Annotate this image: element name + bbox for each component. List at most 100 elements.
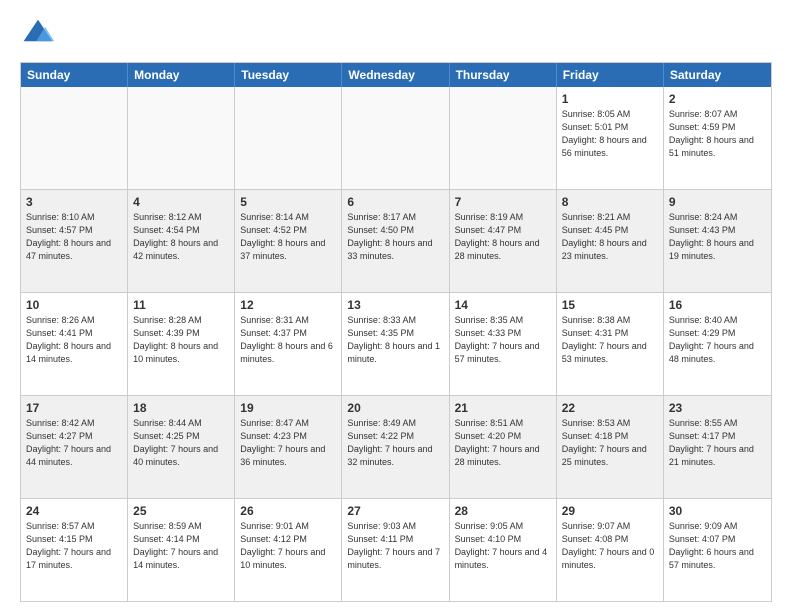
calendar-cell (235, 87, 342, 189)
calendar-header: SundayMondayTuesdayWednesdayThursdayFrid… (21, 63, 771, 87)
day-number: 5 (240, 194, 336, 210)
calendar-cell (21, 87, 128, 189)
day-info: Sunrise: 8:17 AM Sunset: 4:50 PM Dayligh… (347, 212, 432, 260)
day-info: Sunrise: 9:01 AM Sunset: 4:12 PM Dayligh… (240, 521, 325, 569)
day-info: Sunrise: 8:35 AM Sunset: 4:33 PM Dayligh… (455, 315, 540, 363)
calendar-cell: 5 Sunrise: 8:14 AM Sunset: 4:52 PM Daylig… (235, 190, 342, 292)
day-info: Sunrise: 8:14 AM Sunset: 4:52 PM Dayligh… (240, 212, 325, 260)
header (20, 16, 772, 52)
day-info: Sunrise: 8:19 AM Sunset: 4:47 PM Dayligh… (455, 212, 540, 260)
calendar-row: 17 Sunrise: 8:42 AM Sunset: 4:27 PM Dayli… (21, 395, 771, 498)
calendar-cell: 4Sunrise: 8:12 AM Sunset: 4:54 PM Daylig… (128, 190, 235, 292)
day-info: Sunrise: 9:05 AM Sunset: 4:10 PM Dayligh… (455, 521, 548, 569)
calendar-cell: 16 Sunrise: 8:40 AM Sunset: 4:29 PM Dayli… (664, 293, 771, 395)
day-number: 21 (455, 400, 551, 416)
calendar-cell: 25Sunrise: 8:59 AM Sunset: 4:14 PM Dayli… (128, 499, 235, 601)
header-cell-saturday: Saturday (664, 63, 771, 87)
calendar-cell: 29 Sunrise: 9:07 AM Sunset: 4:08 PM Dayli… (557, 499, 664, 601)
calendar-cell: 2 Sunrise: 8:07 AM Sunset: 4:59 PM Daylig… (664, 87, 771, 189)
day-info: Sunrise: 9:07 AM Sunset: 4:08 PM Dayligh… (562, 521, 655, 569)
day-number: 14 (455, 297, 551, 313)
calendar: SundayMondayTuesdayWednesdayThursdayFrid… (20, 62, 772, 602)
calendar-row: 3 Sunrise: 8:10 AM Sunset: 4:57 PM Daylig… (21, 189, 771, 292)
header-cell-thursday: Thursday (450, 63, 557, 87)
calendar-cell: 23 Sunrise: 8:55 AM Sunset: 4:17 PM Dayli… (664, 396, 771, 498)
day-info: Sunrise: 9:03 AM Sunset: 4:11 PM Dayligh… (347, 521, 440, 569)
calendar-cell: 26 Sunrise: 9:01 AM Sunset: 4:12 PM Dayli… (235, 499, 342, 601)
calendar-cell: 9 Sunrise: 8:24 AM Sunset: 4:43 PM Daylig… (664, 190, 771, 292)
day-number: 13 (347, 297, 443, 313)
calendar-cell: 1Sunrise: 8:05 AM Sunset: 5:01 PM Daylig… (557, 87, 664, 189)
day-info: Sunrise: 8:05 AM Sunset: 5:01 PM Dayligh… (562, 109, 647, 157)
calendar-cell: 28 Sunrise: 9:05 AM Sunset: 4:10 PM Dayli… (450, 499, 557, 601)
day-info: Sunrise: 8:21 AM Sunset: 4:45 PM Dayligh… (562, 212, 647, 260)
calendar-cell (450, 87, 557, 189)
header-cell-tuesday: Tuesday (235, 63, 342, 87)
calendar-cell (128, 87, 235, 189)
day-number: 16 (669, 297, 766, 313)
calendar-cell: 27 Sunrise: 9:03 AM Sunset: 4:11 PM Dayli… (342, 499, 449, 601)
calendar-cell (342, 87, 449, 189)
day-info: Sunrise: 8:55 AM Sunset: 4:17 PM Dayligh… (669, 418, 754, 466)
day-info: Sunrise: 8:10 AM Sunset: 4:57 PM Dayligh… (26, 212, 111, 260)
day-info: Sunrise: 9:09 AM Sunset: 4:07 PM Dayligh… (669, 521, 754, 569)
day-info: Sunrise: 8:42 AM Sunset: 4:27 PM Dayligh… (26, 418, 111, 466)
header-cell-friday: Friday (557, 63, 664, 87)
calendar-row: 24 Sunrise: 8:57 AM Sunset: 4:15 PM Dayli… (21, 498, 771, 601)
day-info: Sunrise: 8:24 AM Sunset: 4:43 PM Dayligh… (669, 212, 754, 260)
calendar-cell: 11Sunrise: 8:28 AM Sunset: 4:39 PM Dayli… (128, 293, 235, 395)
calendar-cell: 3 Sunrise: 8:10 AM Sunset: 4:57 PM Daylig… (21, 190, 128, 292)
page: SundayMondayTuesdayWednesdayThursdayFrid… (0, 0, 792, 612)
day-number: 11 (133, 297, 229, 313)
day-info: Sunrise: 8:40 AM Sunset: 4:29 PM Dayligh… (669, 315, 754, 363)
day-number: 22 (562, 400, 658, 416)
day-info: Sunrise: 8:38 AM Sunset: 4:31 PM Dayligh… (562, 315, 647, 363)
day-number: 8 (562, 194, 658, 210)
day-info: Sunrise: 8:33 AM Sunset: 4:35 PM Dayligh… (347, 315, 440, 363)
day-number: 26 (240, 503, 336, 519)
calendar-cell: 6 Sunrise: 8:17 AM Sunset: 4:50 PM Daylig… (342, 190, 449, 292)
day-info: Sunrise: 8:57 AM Sunset: 4:15 PM Dayligh… (26, 521, 111, 569)
day-number: 23 (669, 400, 766, 416)
day-info: Sunrise: 8:07 AM Sunset: 4:59 PM Dayligh… (669, 109, 754, 157)
day-info: Sunrise: 8:31 AM Sunset: 4:37 PM Dayligh… (240, 315, 333, 363)
calendar-cell: 21Sunrise: 8:51 AM Sunset: 4:20 PM Dayli… (450, 396, 557, 498)
calendar-body: 1Sunrise: 8:05 AM Sunset: 5:01 PM Daylig… (21, 87, 771, 601)
calendar-cell: 22Sunrise: 8:53 AM Sunset: 4:18 PM Dayli… (557, 396, 664, 498)
day-number: 18 (133, 400, 229, 416)
calendar-cell: 24 Sunrise: 8:57 AM Sunset: 4:15 PM Dayli… (21, 499, 128, 601)
day-number: 17 (26, 400, 122, 416)
header-cell-wednesday: Wednesday (342, 63, 449, 87)
day-number: 2 (669, 91, 766, 107)
calendar-row: 10Sunrise: 8:26 AM Sunset: 4:41 PM Dayli… (21, 292, 771, 395)
calendar-cell: 19 Sunrise: 8:47 AM Sunset: 4:23 PM Dayli… (235, 396, 342, 498)
day-number: 4 (133, 194, 229, 210)
calendar-cell: 30 Sunrise: 9:09 AM Sunset: 4:07 PM Dayli… (664, 499, 771, 601)
day-number: 15 (562, 297, 658, 313)
calendar-cell: 12 Sunrise: 8:31 AM Sunset: 4:37 PM Dayli… (235, 293, 342, 395)
calendar-row: 1Sunrise: 8:05 AM Sunset: 5:01 PM Daylig… (21, 87, 771, 189)
calendar-cell: 20Sunrise: 8:49 AM Sunset: 4:22 PM Dayli… (342, 396, 449, 498)
day-number: 6 (347, 194, 443, 210)
day-number: 12 (240, 297, 336, 313)
day-number: 27 (347, 503, 443, 519)
day-number: 19 (240, 400, 336, 416)
day-number: 30 (669, 503, 766, 519)
calendar-cell: 18Sunrise: 8:44 AM Sunset: 4:25 PM Dayli… (128, 396, 235, 498)
logo (20, 16, 60, 52)
day-number: 28 (455, 503, 551, 519)
calendar-cell: 7 Sunrise: 8:19 AM Sunset: 4:47 PM Daylig… (450, 190, 557, 292)
day-number: 10 (26, 297, 122, 313)
calendar-cell: 15 Sunrise: 8:38 AM Sunset: 4:31 PM Dayli… (557, 293, 664, 395)
day-number: 9 (669, 194, 766, 210)
day-number: 24 (26, 503, 122, 519)
calendar-cell: 17 Sunrise: 8:42 AM Sunset: 4:27 PM Dayli… (21, 396, 128, 498)
header-cell-sunday: Sunday (21, 63, 128, 87)
day-number: 3 (26, 194, 122, 210)
day-number: 29 (562, 503, 658, 519)
day-info: Sunrise: 8:47 AM Sunset: 4:23 PM Dayligh… (240, 418, 325, 466)
header-cell-monday: Monday (128, 63, 235, 87)
calendar-cell: 13 Sunrise: 8:33 AM Sunset: 4:35 PM Dayli… (342, 293, 449, 395)
day-number: 7 (455, 194, 551, 210)
calendar-cell: 14 Sunrise: 8:35 AM Sunset: 4:33 PM Dayli… (450, 293, 557, 395)
